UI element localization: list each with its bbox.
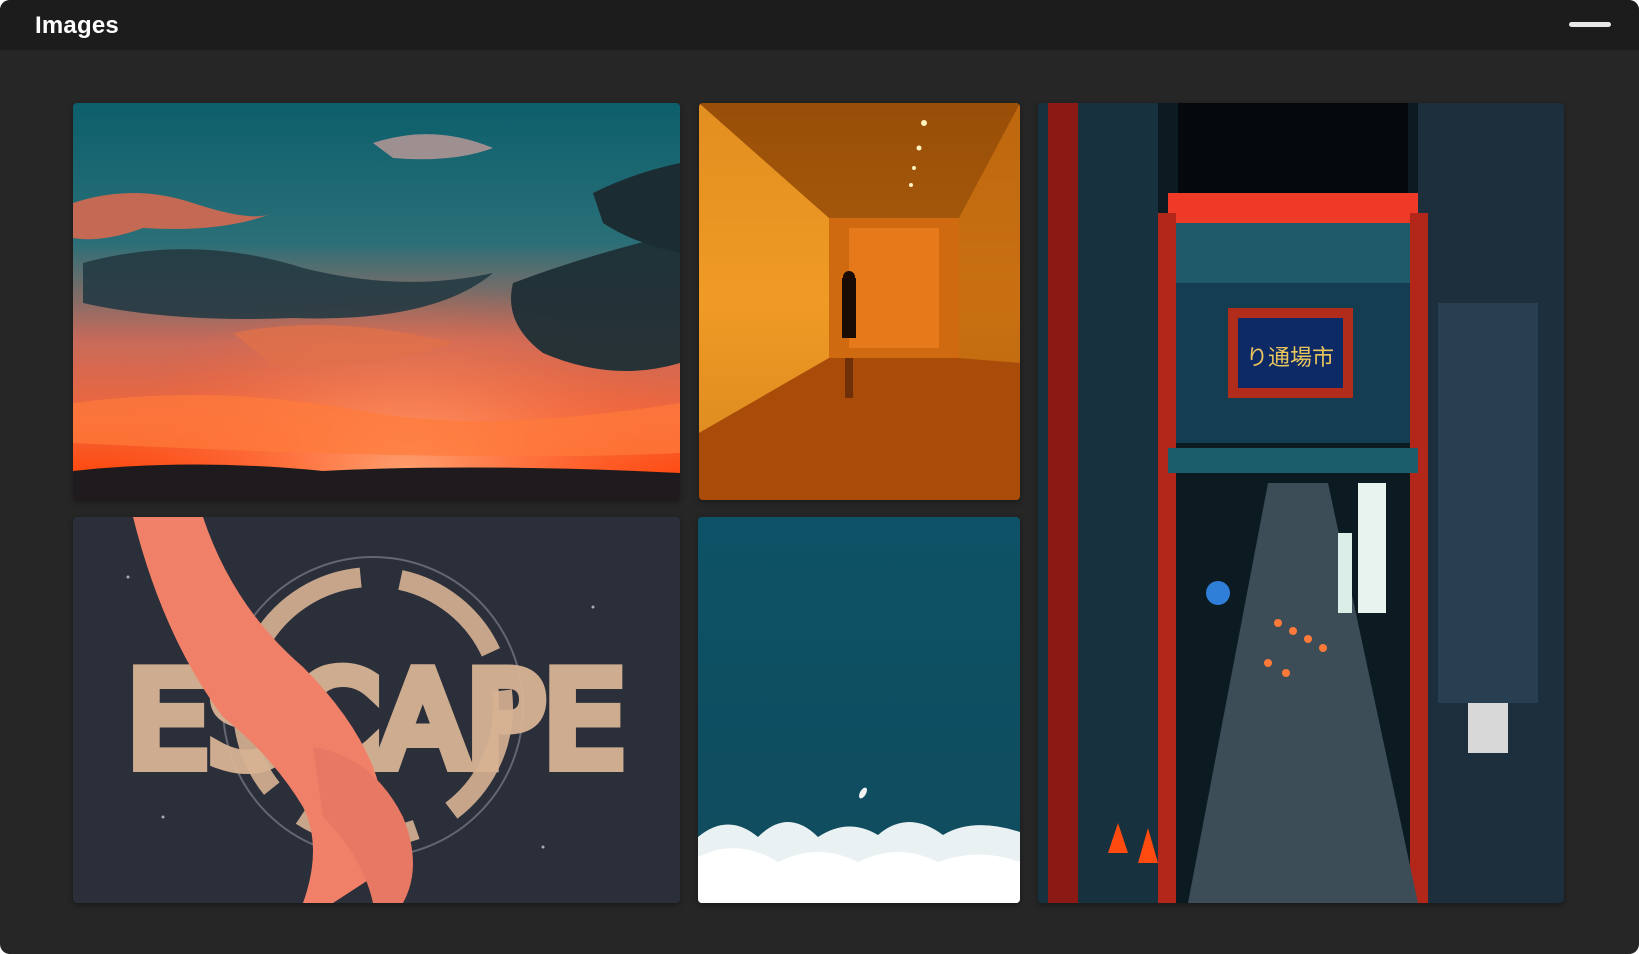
title-bar: Images: [0, 0, 1639, 50]
street-artwork-text: り通場市: [1246, 346, 1334, 371]
escape-illustration-image: ESCAPE: [73, 517, 680, 903]
images-window: Images ESCAPE り通場市: [0, 0, 1639, 954]
aerial-ocean-image: [698, 517, 1020, 903]
image-tile-ocean[interactable]: [698, 517, 1020, 903]
sunset-sky-image: [73, 103, 680, 500]
window-title: Images: [35, 12, 119, 39]
minimize-button[interactable]: [1567, 18, 1613, 32]
hallway-image: [699, 103, 1020, 500]
night-street-image: り通場市: [1038, 103, 1564, 903]
image-tile-escape[interactable]: ESCAPE: [73, 517, 680, 903]
image-tile-street[interactable]: り通場市: [1038, 103, 1564, 903]
image-tile-sunset[interactable]: [73, 103, 680, 500]
image-tile-hallway[interactable]: [699, 103, 1020, 500]
minimize-icon: [1569, 22, 1611, 27]
